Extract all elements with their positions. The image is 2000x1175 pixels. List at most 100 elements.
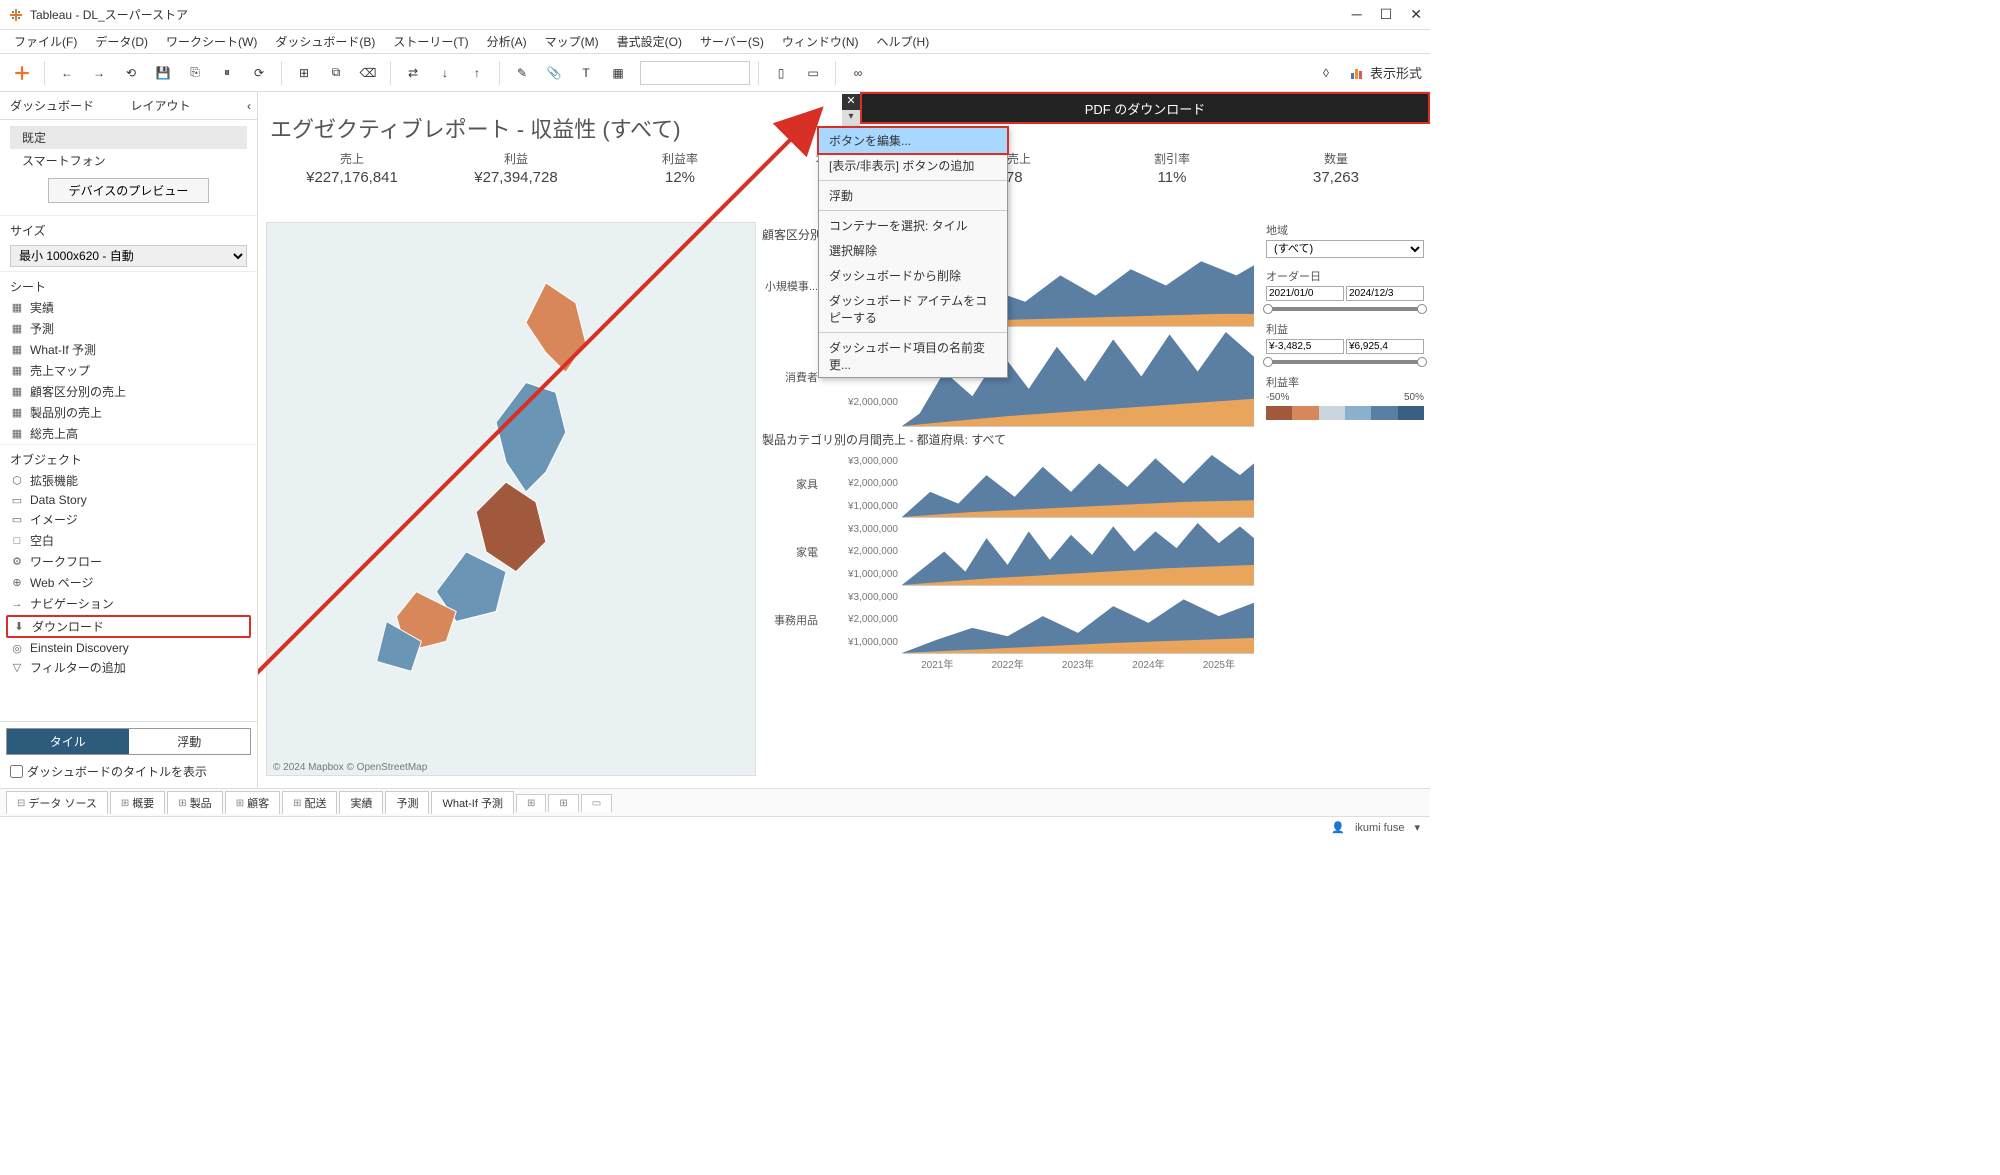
ctx-show-hide[interactable]: [表示/非表示] ボタンの追加 [819, 153, 1007, 178]
menu-window[interactable]: ウィンドウ(N) [774, 31, 867, 52]
ctx-float[interactable]: 浮動 [819, 183, 1007, 208]
sheet-item[interactable]: ▦予測 [0, 318, 257, 339]
tile-option[interactable]: タイル [7, 729, 129, 754]
menu-server[interactable]: サーバー(S) [692, 31, 772, 52]
minimize-button[interactable]: ─ [1352, 6, 1362, 23]
tab-customers[interactable]: ⊞顧客 [225, 791, 280, 814]
download-icon: ⬇ [12, 620, 26, 634]
device-smartphone[interactable]: スマートフォン [10, 149, 247, 172]
tab-forecast[interactable]: 予測 [385, 791, 429, 814]
share-button[interactable]: ∞ [844, 59, 872, 87]
object-navigation[interactable]: →ナビゲーション [0, 593, 257, 614]
close-button[interactable]: ✕ [1410, 6, 1422, 23]
text-button[interactable]: T [572, 59, 600, 87]
menu-dashboard[interactable]: ダッシュボード(B) [267, 31, 383, 52]
sheet-item[interactable]: ▦売上マップ [0, 360, 257, 381]
menu-file[interactable]: ファイル(F) [6, 31, 85, 52]
ctx-edit-button[interactable]: ボタンを編集... [817, 126, 1009, 155]
pdf-close-icon[interactable]: ✕ [842, 94, 860, 110]
tile-float-toggle[interactable]: タイル 浮動 [6, 728, 251, 755]
profit-from-input[interactable] [1266, 339, 1344, 354]
menu-format[interactable]: 書式設定(O) [609, 31, 690, 52]
refresh-button[interactable]: ⟳ [245, 59, 273, 87]
sheet-item[interactable]: ▦顧客区分別の売上 [0, 381, 257, 402]
status-dropdown[interactable]: ▾ [1414, 821, 1420, 834]
object-download[interactable]: ⬇ダウンロード [6, 615, 251, 638]
maximize-button[interactable]: ☐ [1380, 6, 1393, 23]
fit-button[interactable]: ▯ [767, 59, 795, 87]
menu-story[interactable]: ストーリー(T) [385, 31, 476, 52]
revert-button[interactable]: ⟲ [117, 59, 145, 87]
menu-data[interactable]: データ(D) [87, 31, 156, 52]
new-worksheet-button[interactable]: ⊞ [290, 59, 318, 87]
new-sheet-button[interactable]: ⊞ [516, 794, 546, 812]
guide-button[interactable]: ◊ [1312, 59, 1340, 87]
tab-whatif[interactable]: What-If 予測 [431, 791, 514, 814]
ctx-copy-item[interactable]: ダッシュボード アイテムをコピーする [819, 288, 1007, 330]
swap-button[interactable]: ⇄ [399, 59, 427, 87]
tab-overview[interactable]: ⊞概要 [110, 791, 165, 814]
float-option[interactable]: 浮動 [129, 729, 251, 754]
object-einstein[interactable]: ◎Einstein Discovery [0, 639, 257, 657]
new-dashboard-icon: ⊞ [559, 798, 567, 809]
highlight-button[interactable]: ✎ [508, 59, 536, 87]
extension-icon: ⬡ [10, 474, 24, 488]
ctx-select-container[interactable]: コンテナーを選択: タイル [819, 213, 1007, 238]
attach-button[interactable]: 📎 [540, 59, 568, 87]
new-data-button[interactable]: ⎘ [181, 59, 209, 87]
pause-button[interactable]: ⏸ [213, 59, 241, 87]
search-input[interactable] [640, 61, 750, 85]
tab-layout[interactable]: レイアウト [121, 93, 242, 118]
device-default[interactable]: 既定 [10, 126, 247, 149]
tab-dashboard[interactable]: ダッシュボード [0, 93, 121, 118]
new-story-button[interactable]: ▭ [581, 794, 612, 812]
region-filter[interactable]: (すべて) [1266, 240, 1424, 258]
object-datastory[interactable]: ▭Data Story [0, 491, 257, 509]
ctx-rename[interactable]: ダッシュボード項目の名前変更... [819, 335, 1007, 377]
ctx-remove[interactable]: ダッシュボードから削除 [819, 263, 1007, 288]
collapse-panel-button[interactable]: ‹ [241, 99, 257, 113]
pdf-menu-trigger[interactable]: ▾ [842, 110, 860, 126]
presentation-button[interactable]: ▭ [799, 59, 827, 87]
pdf-download-button[interactable]: ✕ ▾ PDF のダウンロード [860, 92, 1430, 124]
date-slider[interactable] [1266, 307, 1424, 311]
undo-button[interactable]: ← [53, 59, 81, 87]
object-image[interactable]: ▭イメージ [0, 509, 257, 530]
grid-button[interactable]: ▦ [604, 59, 632, 87]
new-dashboard-button[interactable]: ⊞ [548, 794, 578, 812]
device-preview-button[interactable]: デバイスのプレビュー [48, 178, 210, 203]
sheet-item[interactable]: ▦総売上高 [0, 423, 257, 444]
object-webpage[interactable]: ⊕Web ページ [0, 572, 257, 593]
profit-slider[interactable] [1266, 360, 1424, 364]
redo-button[interactable]: → [85, 59, 113, 87]
profit-to-input[interactable] [1346, 339, 1424, 354]
sort-desc-button[interactable]: ↑ [463, 59, 491, 87]
show-title-checkbox[interactable]: ダッシュボードのタイトルを表示 [6, 761, 251, 782]
object-blank[interactable]: □空白 [0, 530, 257, 551]
tableau-icon[interactable] [8, 59, 36, 87]
duplicate-button[interactable]: ⧉ [322, 59, 350, 87]
sales-map[interactable]: © 2024 Mapbox © OpenStreetMap [266, 222, 756, 776]
sheet-item[interactable]: ▦製品別の売上 [0, 402, 257, 423]
object-workflow[interactable]: ⚙ワークフロー [0, 551, 257, 572]
menu-map[interactable]: マップ(M) [537, 31, 607, 52]
sort-asc-button[interactable]: ↓ [431, 59, 459, 87]
tab-delivery[interactable]: ⊞配送 [282, 791, 337, 814]
size-select[interactable]: 最小 1000x620 - 自動 [10, 245, 247, 267]
date-from-input[interactable] [1266, 286, 1344, 301]
object-extension[interactable]: ⬡拡張機能 [0, 470, 257, 491]
object-addfilter[interactable]: ▽フィルターの追加 [0, 657, 257, 678]
ctx-deselect[interactable]: 選択解除 [819, 238, 1007, 263]
menu-help[interactable]: ヘルプ(H) [869, 31, 938, 52]
save-button[interactable]: 💾 [149, 59, 177, 87]
tab-datasource[interactable]: ⊟データ ソース [6, 791, 108, 814]
tab-actuals[interactable]: 実績 [339, 791, 383, 814]
sheet-item[interactable]: ▦What-If 予測 [0, 339, 257, 360]
menu-analysis[interactable]: 分析(A) [479, 31, 535, 52]
sheet-item[interactable]: ▦実績 [0, 297, 257, 318]
clear-button[interactable]: ⌫ [354, 59, 382, 87]
menu-worksheet[interactable]: ワークシート(W) [158, 31, 265, 52]
show-me-button[interactable]: 表示形式 [1350, 63, 1422, 82]
tab-products[interactable]: ⊞製品 [167, 791, 222, 814]
date-to-input[interactable] [1346, 286, 1424, 301]
